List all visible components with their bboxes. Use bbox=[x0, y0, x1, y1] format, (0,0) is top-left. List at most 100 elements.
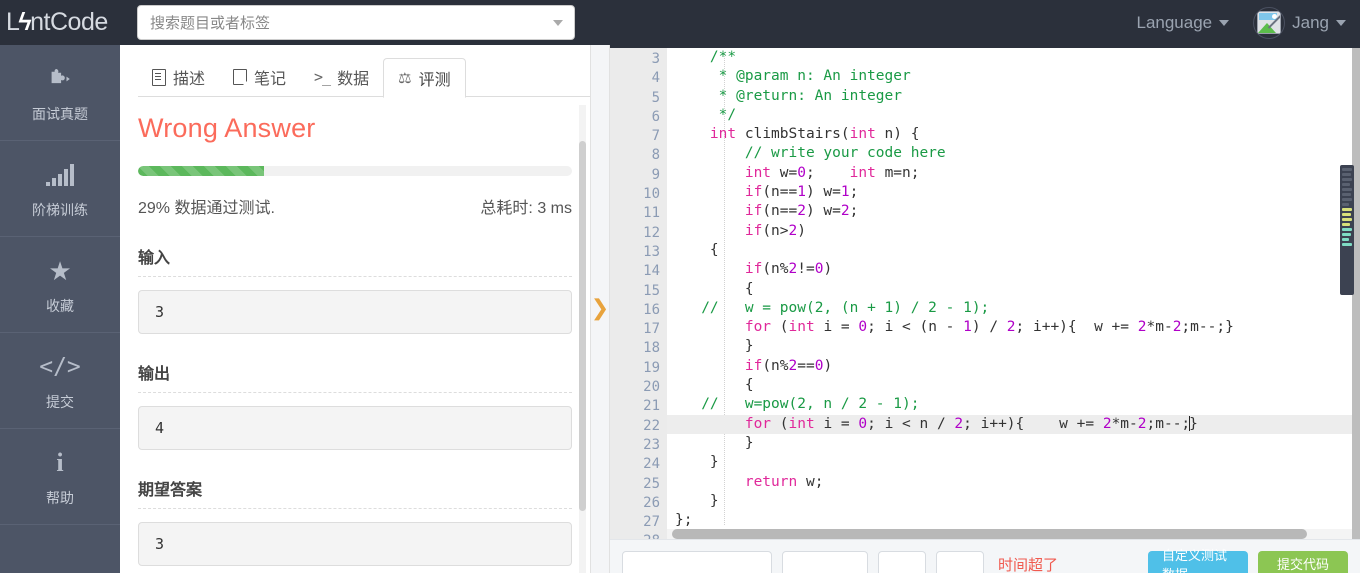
text-cursor bbox=[1189, 415, 1191, 431]
section-title-output: 输出 bbox=[138, 366, 171, 383]
top-navigation-bar: Lϟ ntCode 搜索题目或者标签 Language Jang bbox=[0, 0, 1360, 45]
code-line[interactable]: // w = pow(2, (n + 1) / 2 - 1); bbox=[667, 299, 1360, 318]
input-value-box: 3 bbox=[138, 290, 572, 334]
code-line[interactable]: /** bbox=[667, 48, 1360, 67]
code-line[interactable]: for (int i = 0; i < n / 2; i++){ w += 2*… bbox=[667, 414, 1360, 434]
custom-testdata-button[interactable]: 自定义测试数据 bbox=[1148, 548, 1248, 573]
bottom-field-1[interactable] bbox=[622, 550, 772, 573]
sidebar-item-label: 阶梯训练 bbox=[32, 201, 88, 218]
code-line[interactable]: { bbox=[667, 280, 1360, 299]
code-line[interactable]: // w=pow(2, n / 2 - 1); bbox=[667, 395, 1360, 414]
code-line[interactable]: if(n==1) w=1; bbox=[667, 183, 1360, 202]
tab-data[interactable]: >_ 数据 bbox=[300, 57, 383, 97]
logo-text-pre: L bbox=[6, 8, 20, 36]
gutter-line-number: 25 bbox=[643, 475, 660, 492]
chevron-down-icon[interactable] bbox=[553, 20, 563, 26]
code-line[interactable]: } bbox=[667, 337, 1360, 356]
chevron-right-icon[interactable]: ❯ bbox=[591, 298, 609, 320]
editor-code-area[interactable]: /** * @param n: An integer * @return: An… bbox=[667, 48, 1360, 539]
sidebar-item-ladder[interactable]: 阶梯训练 bbox=[0, 141, 120, 237]
sidebar-item-label: 收藏 bbox=[46, 297, 74, 314]
sidebar-item-favorites[interactable]: ★ 收藏 bbox=[0, 237, 120, 333]
gutter-line-number: 15▾ bbox=[610, 282, 674, 301]
sidebar-item-label: 提交 bbox=[46, 393, 74, 410]
editor-minimap[interactable] bbox=[1340, 165, 1354, 295]
gutter-line-number: 18 bbox=[643, 340, 660, 357]
gutter-line-number: 10 bbox=[643, 186, 660, 203]
code-line[interactable]: return w; bbox=[667, 473, 1360, 492]
search-container: 搜索题目或者标签 bbox=[137, 5, 575, 40]
bottom-actions: 自定义测试数据 提交代码 bbox=[1148, 548, 1348, 573]
code-line[interactable]: for (int i = 0; i < (n - 1) / 2; i++){ w… bbox=[667, 318, 1360, 337]
code-line[interactable]: if(n%2!=0) bbox=[667, 260, 1360, 279]
expected-value-box: 3 bbox=[138, 522, 572, 566]
sidebar-item-help[interactable]: i 帮助 bbox=[0, 429, 120, 525]
bottom-field-2[interactable] bbox=[782, 550, 868, 573]
tab-label: 描述 bbox=[173, 71, 206, 88]
code-line[interactable]: } bbox=[667, 453, 1360, 472]
gutter-line-number: 17 bbox=[643, 321, 660, 338]
tab-judge[interactable]: ⚖ 评测 bbox=[383, 58, 466, 98]
code-line[interactable]: int w=0; int m=n; bbox=[667, 164, 1360, 183]
code-line[interactable]: if(n>2) bbox=[667, 222, 1360, 241]
problem-tabs: 描述 笔记 >_ 数据 ⚖ 评测 bbox=[120, 45, 590, 98]
code-line[interactable]: { bbox=[667, 241, 1360, 260]
editor-hscrollbar-thumb[interactable] bbox=[672, 529, 1307, 539]
code-line[interactable]: int climbStairs(int n) { bbox=[667, 125, 1360, 144]
submit-code-button[interactable]: 提交代码 bbox=[1258, 550, 1348, 573]
gutter-line-number: 21 bbox=[643, 398, 660, 415]
code-line[interactable]: * @return: An integer bbox=[667, 87, 1360, 106]
user-menu[interactable]: Jang bbox=[1253, 6, 1346, 39]
code-line[interactable]: */ bbox=[667, 106, 1360, 125]
code-brackets-icon: </> bbox=[39, 353, 81, 380]
panel-splitter[interactable]: ❯ bbox=[590, 45, 610, 573]
section-title-expected: 期望答案 bbox=[138, 482, 203, 499]
gutter-line-number: 14 bbox=[643, 263, 660, 280]
sidebar-item-submissions[interactable]: </> 提交 bbox=[0, 333, 120, 429]
tab-label: 评测 bbox=[418, 72, 451, 89]
code-line[interactable]: { bbox=[667, 376, 1360, 395]
editor-bottom-toolbar: 时间超了 自定义测试数据 提交代码 bbox=[610, 539, 1360, 573]
result-meta: 29% 数据通过测试. 总耗时: 3 ms bbox=[138, 194, 572, 218]
gutter-line-number: 7▾ bbox=[610, 127, 674, 146]
divider bbox=[138, 276, 572, 277]
gutter-line-number: 19 bbox=[643, 359, 660, 376]
star-icon: ★ bbox=[48, 255, 72, 286]
gutter-line-number: 11 bbox=[643, 205, 660, 222]
code-line[interactable]: // write your code here bbox=[667, 144, 1360, 163]
user-name-label: Jang bbox=[1292, 13, 1346, 33]
avatar bbox=[1253, 6, 1286, 39]
logo-text-post: ntCode bbox=[30, 8, 108, 36]
code-line[interactable]: if(n==2) w=2; bbox=[667, 202, 1360, 221]
result-scrollbar-thumb[interactable] bbox=[579, 141, 586, 511]
code-line[interactable]: } bbox=[667, 492, 1360, 511]
code-line[interactable]: * @param n: An integer bbox=[667, 67, 1360, 86]
sidebar-item-label: 面试真题 bbox=[32, 105, 88, 122]
scales-icon: ⚖ bbox=[398, 69, 412, 87]
document-icon bbox=[152, 68, 166, 86]
tab-notes[interactable]: 笔记 bbox=[219, 57, 300, 97]
sidebar-item-label: 帮助 bbox=[46, 489, 74, 506]
gutter-line-number: 26 bbox=[643, 494, 660, 511]
divider bbox=[138, 508, 572, 509]
progress-bar-fill bbox=[138, 166, 264, 176]
site-logo[interactable]: Lϟ ntCode bbox=[0, 0, 135, 45]
tab-label: 笔记 bbox=[254, 71, 287, 88]
bottom-field-3[interactable] bbox=[878, 550, 926, 573]
gutter-line-number: 16 bbox=[643, 301, 660, 318]
tab-description[interactable]: 描述 bbox=[138, 57, 219, 97]
code-line[interactable]: } bbox=[667, 434, 1360, 453]
gutter-line-number: 5 bbox=[651, 89, 660, 106]
sidebar-item-interview[interactable]: 面试真题 bbox=[0, 45, 120, 141]
bottom-field-4[interactable] bbox=[936, 550, 984, 573]
gutter-line-number: 20▾ bbox=[610, 378, 674, 397]
note-icon bbox=[233, 69, 248, 86]
language-menu[interactable]: Language bbox=[1136, 13, 1230, 33]
search-input[interactable]: 搜索题目或者标签 bbox=[137, 5, 575, 40]
bar-chart-icon bbox=[46, 158, 74, 192]
code-line[interactable]: if(n%2==0) bbox=[667, 357, 1360, 376]
gutter-line-number: 13▾ bbox=[610, 243, 674, 262]
gutter-line-number: 27 bbox=[643, 514, 660, 531]
code-line[interactable]: }; bbox=[667, 511, 1360, 530]
code-editor: 3▾4 5 6 7▾8 9 10 11 12 13▾14 15▾16 17 18 19 20▾21 22 23… bbox=[610, 45, 1360, 573]
